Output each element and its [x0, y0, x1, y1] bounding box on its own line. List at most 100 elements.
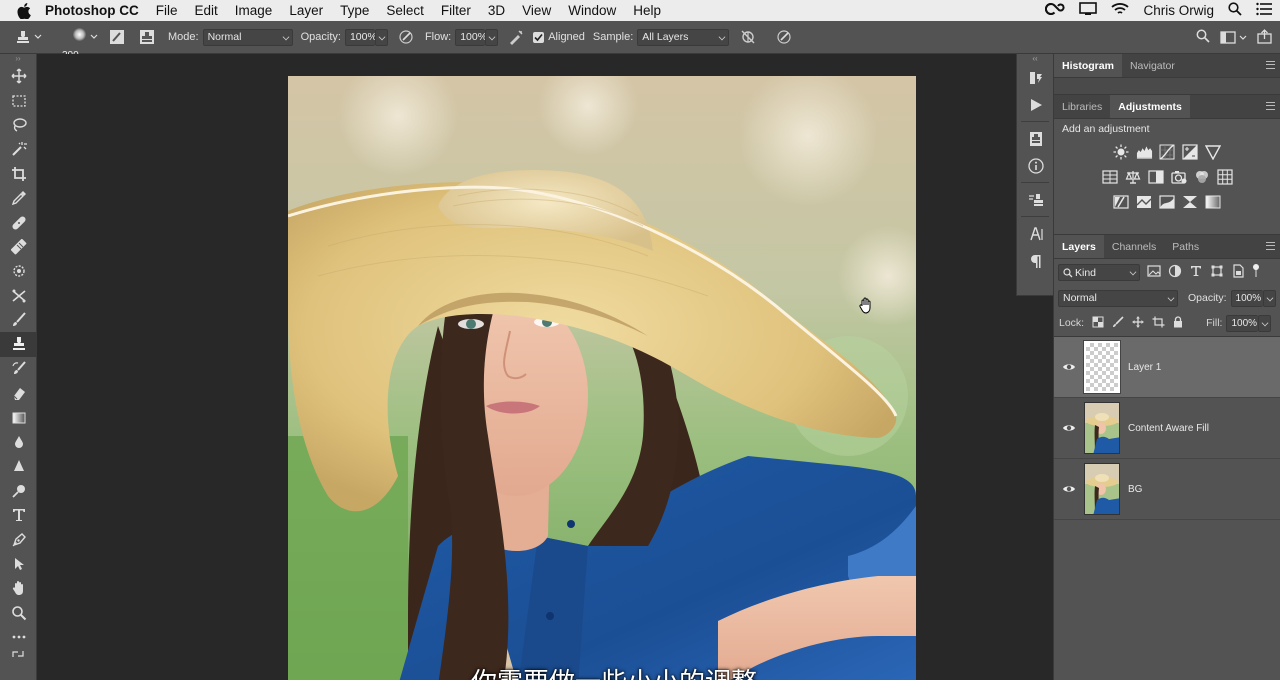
pressure-size-icon[interactable]	[775, 28, 793, 46]
tab-navigator[interactable]: Navigator	[1122, 54, 1183, 77]
notification-center-icon[interactable]	[1256, 2, 1272, 19]
marquee-tool[interactable]	[0, 88, 37, 112]
zoom-tool[interactable]	[0, 601, 37, 625]
brightness-contrast-icon[interactable]	[1113, 143, 1130, 160]
document-image[interactable]	[288, 76, 916, 680]
selective-color-icon[interactable]	[1182, 193, 1199, 210]
clone-stamp-tool[interactable]	[0, 332, 37, 357]
tab-layers[interactable]: Layers	[1054, 235, 1104, 258]
filter-smart-objects-icon[interactable]	[1231, 264, 1245, 281]
type-tool[interactable]	[0, 503, 37, 527]
hand-tool[interactable]	[0, 576, 37, 600]
posterize-icon[interactable]	[1136, 193, 1153, 210]
crop-tool[interactable]	[0, 162, 37, 186]
layer-filter-kind-dropdown[interactable]: Kind	[1058, 264, 1140, 281]
visibility-eye-icon[interactable]	[1054, 362, 1084, 372]
channel-mixer-icon[interactable]	[1193, 168, 1210, 185]
tab-libraries[interactable]: Libraries	[1054, 95, 1110, 118]
menu-image[interactable]: Image	[235, 3, 273, 18]
gradient-tool[interactable]	[0, 405, 37, 429]
apple-menu-icon[interactable]	[17, 2, 33, 19]
tab-adjustments[interactable]: Adjustments	[1110, 95, 1190, 118]
menu-file[interactable]: File	[156, 3, 178, 18]
fill-slider-toggle[interactable]	[1258, 314, 1272, 332]
photo-filter-icon[interactable]	[1170, 168, 1187, 185]
airbrush-icon[interactable]	[507, 28, 525, 46]
hue-saturation-icon[interactable]	[1101, 168, 1118, 185]
menu-filter[interactable]: Filter	[441, 3, 471, 18]
lock-transparent-pixels-icon[interactable]	[1092, 316, 1104, 331]
lock-position-icon[interactable]	[1132, 316, 1144, 331]
panel-menu-icon[interactable]	[1266, 242, 1275, 250]
layer-row-layer-1[interactable]: Layer 1	[1054, 337, 1280, 398]
clone-source-panel-icon[interactable]	[138, 28, 156, 46]
invert-icon[interactable]	[1113, 193, 1130, 210]
brush-size-picker[interactable]: 200	[62, 27, 94, 61]
visibility-eye-icon[interactable]	[1054, 484, 1084, 494]
magic-wand-tool[interactable]	[0, 137, 37, 161]
menu-3d[interactable]: 3D	[488, 3, 505, 18]
document-canvas[interactable]: 你需要做一些小小的调整	[38, 54, 1016, 680]
filter-pixel-layers-icon[interactable]	[1147, 264, 1161, 281]
filter-toggle-icon[interactable]	[1252, 264, 1260, 281]
menu-type[interactable]: Type	[340, 3, 369, 18]
tool-presets-icon[interactable]	[1017, 186, 1054, 213]
move-tool[interactable]	[0, 64, 37, 88]
user-name[interactable]: Chris Orwig	[1143, 3, 1214, 18]
history-brush-tool[interactable]	[0, 357, 37, 381]
aligned-checkbox[interactable]	[533, 31, 545, 43]
menu-layer[interactable]: Layer	[289, 3, 323, 18]
panel-menu-icon[interactable]	[1266, 61, 1275, 69]
tool-preset-picker[interactable]	[12, 30, 46, 45]
actions-play-icon[interactable]	[1017, 91, 1054, 118]
black-white-icon[interactable]	[1147, 168, 1164, 185]
tab-paths[interactable]: Paths	[1164, 235, 1207, 258]
mode-dropdown[interactable]: Normal	[202, 28, 293, 46]
healing-brush-tool[interactable]	[0, 210, 37, 234]
menu-help[interactable]: Help	[633, 3, 661, 18]
ignore-adjustment-layers-icon[interactable]	[739, 28, 757, 46]
content-aware-move-tool[interactable]	[0, 259, 37, 283]
filter-adjustment-layers-icon[interactable]	[1168, 264, 1182, 281]
blur-tool[interactable]	[0, 430, 37, 454]
tab-histogram[interactable]: Histogram	[1054, 54, 1122, 77]
pen-tool[interactable]	[0, 527, 37, 551]
collapse-panels-icon[interactable]: ‹‹	[1017, 54, 1053, 64]
color-lookup-icon[interactable]	[1216, 168, 1233, 185]
lock-artboards-icon[interactable]	[1152, 316, 1165, 331]
exposure-icon[interactable]	[1182, 143, 1199, 160]
blend-mode-dropdown[interactable]: Normal	[1058, 289, 1178, 307]
lock-image-pixels-icon[interactable]	[1112, 315, 1124, 331]
flow-input[interactable]: 100%	[455, 28, 487, 46]
filter-type-layers-icon[interactable]	[1189, 264, 1203, 281]
search-icon[interactable]	[1196, 29, 1210, 46]
color-balance-icon[interactable]	[1124, 168, 1141, 185]
eraser-tool[interactable]	[0, 381, 37, 405]
menu-edit[interactable]: Edit	[195, 3, 218, 18]
curves-icon[interactable]	[1159, 143, 1176, 160]
wifi-icon[interactable]	[1111, 2, 1130, 19]
collapse-tools-icon[interactable]: ››	[0, 54, 36, 64]
flow-slider-toggle[interactable]	[485, 28, 499, 46]
clone-source-panel-icon[interactable]	[1017, 125, 1054, 152]
opacity-input[interactable]: 100%	[344, 28, 377, 46]
layer-row-bg[interactable]: BG	[1054, 459, 1280, 520]
menu-window[interactable]: Window	[568, 3, 616, 18]
vibrance-icon[interactable]	[1205, 143, 1222, 160]
panel-menu-icon[interactable]	[1266, 102, 1275, 110]
brush-settings-panel-icon[interactable]	[108, 28, 126, 46]
layer-opacity-input[interactable]: 100%	[1230, 289, 1263, 307]
gradient-map-icon[interactable]	[1205, 193, 1222, 210]
sample-dropdown[interactable]: All Layers	[637, 28, 730, 46]
menu-view[interactable]: View	[522, 3, 551, 18]
creative-cloud-icon[interactable]	[1045, 2, 1065, 19]
app-name-menu[interactable]: Photoshop CC	[45, 3, 139, 18]
menu-select[interactable]: Select	[386, 3, 424, 18]
opacity-slider-toggle[interactable]	[374, 28, 388, 46]
layer-name[interactable]: BG	[1128, 484, 1142, 495]
fill-input[interactable]: 100%	[1226, 314, 1259, 332]
layer-name[interactable]: Content Aware Fill	[1128, 423, 1209, 434]
patch-tool[interactable]	[0, 235, 37, 259]
path-selection-tool[interactable]	[0, 552, 37, 576]
levels-icon[interactable]	[1136, 143, 1153, 160]
